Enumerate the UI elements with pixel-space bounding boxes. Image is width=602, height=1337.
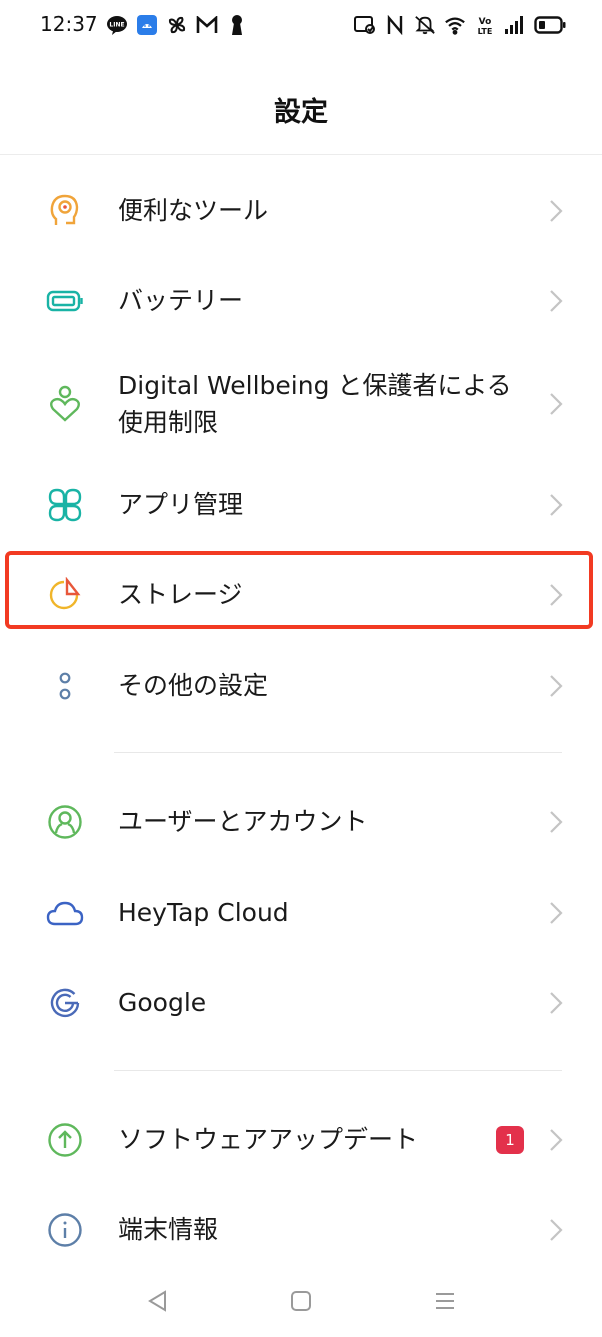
settings-screen: 12:37 LINE Vo LTE 設定 便利なツール バッテリー Digita… bbox=[0, 0, 602, 1337]
user-account-icon bbox=[46, 803, 84, 841]
mute-icon bbox=[414, 14, 436, 36]
settings-item-label: 端末情報 bbox=[118, 1215, 219, 1244]
settings-item-label: ユーザーとアカウント bbox=[118, 807, 368, 836]
settings-item-heytap-cloud[interactable]: HeyTap Cloud bbox=[0, 894, 602, 932]
line-icon: LINE bbox=[106, 14, 128, 36]
app-management-icon bbox=[46, 486, 84, 524]
settings-item-label: 便利なツール bbox=[118, 196, 269, 225]
chevron-right-icon bbox=[546, 1216, 566, 1244]
settings-item-label: アプリ管理 bbox=[118, 490, 244, 519]
battery-icon bbox=[46, 282, 84, 320]
settings-item-label: Digital Wellbeing と保護者による使用制限 bbox=[118, 371, 512, 437]
settings-item-more-settings[interactable]: その他の設定 bbox=[0, 667, 602, 705]
volte-icon: Vo LTE bbox=[474, 14, 496, 36]
settings-item-label: ソフトウェアアップデート bbox=[118, 1125, 419, 1154]
more-settings-icon bbox=[46, 667, 84, 705]
settings-item-battery[interactable]: バッテリー bbox=[0, 282, 602, 320]
chevron-right-icon bbox=[546, 390, 566, 418]
chevron-right-icon bbox=[546, 1126, 566, 1154]
settings-item-app-management[interactable]: アプリ管理 bbox=[0, 486, 602, 524]
system-status-icons: Vo LTE bbox=[354, 14, 566, 36]
tools-icon bbox=[46, 192, 84, 230]
settings-item-tools[interactable]: 便利なツール bbox=[0, 192, 602, 230]
update-count-badge: 1 bbox=[496, 1126, 524, 1154]
google-icon bbox=[46, 984, 84, 1022]
section-divider bbox=[114, 752, 562, 753]
settings-item-user-account[interactable]: ユーザーとアカウント bbox=[0, 803, 602, 841]
settings-item-software-update[interactable]: ソフトウェアアップデート 1 bbox=[0, 1121, 602, 1159]
chevron-right-icon bbox=[546, 899, 566, 927]
settings-item-device-info[interactable]: 端末情報 bbox=[0, 1211, 602, 1249]
chevron-right-icon bbox=[546, 491, 566, 519]
settings-item-label: HeyTap Cloud bbox=[118, 898, 289, 927]
svg-text:Vo: Vo bbox=[479, 17, 492, 27]
settings-item-google[interactable]: Google bbox=[0, 984, 602, 1022]
page-title: 設定 bbox=[274, 97, 328, 128]
chevron-right-icon bbox=[546, 197, 566, 225]
cloud-icon bbox=[46, 894, 84, 932]
software-update-icon bbox=[46, 1121, 84, 1159]
gmail-icon bbox=[196, 14, 218, 36]
settings-item-label: Google bbox=[118, 988, 207, 1017]
chevron-right-icon bbox=[546, 581, 566, 609]
android-icon bbox=[136, 14, 158, 36]
signal-icon bbox=[504, 14, 526, 36]
settings-item-label: その他の設定 bbox=[118, 671, 269, 700]
menu-icon[interactable] bbox=[428, 1284, 462, 1318]
header-divider bbox=[0, 154, 602, 155]
info-icon bbox=[46, 1211, 84, 1249]
storage-icon bbox=[46, 576, 84, 614]
svg-text:LINE: LINE bbox=[109, 22, 124, 29]
status-bar: 12:37 LINE Vo LTE bbox=[0, 0, 602, 56]
navigation-bar bbox=[0, 1270, 602, 1330]
chevron-right-icon bbox=[546, 672, 566, 700]
svg-text:LTE: LTE bbox=[478, 27, 493, 36]
settings-item-storage[interactable]: ストレージ bbox=[0, 576, 602, 614]
section-divider bbox=[114, 1070, 562, 1071]
back-icon[interactable] bbox=[140, 1284, 174, 1318]
chevron-right-icon bbox=[546, 989, 566, 1017]
chevron-right-icon bbox=[546, 287, 566, 315]
wifi-icon bbox=[444, 14, 466, 36]
wellbeing-icon bbox=[46, 385, 84, 423]
battery-icon bbox=[534, 14, 566, 36]
nfc-card-icon bbox=[354, 14, 376, 36]
settings-item-digital-wellbeing[interactable]: Digital Wellbeing と保護者による使用制限 bbox=[0, 366, 602, 442]
keyhole-icon bbox=[226, 14, 248, 36]
nfc-icon bbox=[384, 14, 406, 36]
home-icon[interactable] bbox=[284, 1284, 318, 1318]
status-time: 12:37 bbox=[40, 12, 98, 36]
notification-icons: LINE bbox=[106, 14, 248, 36]
settings-item-label: ストレージ bbox=[118, 580, 243, 609]
pinwheel-icon bbox=[166, 14, 188, 36]
settings-item-label: バッテリー bbox=[118, 286, 244, 315]
chevron-right-icon bbox=[546, 808, 566, 836]
